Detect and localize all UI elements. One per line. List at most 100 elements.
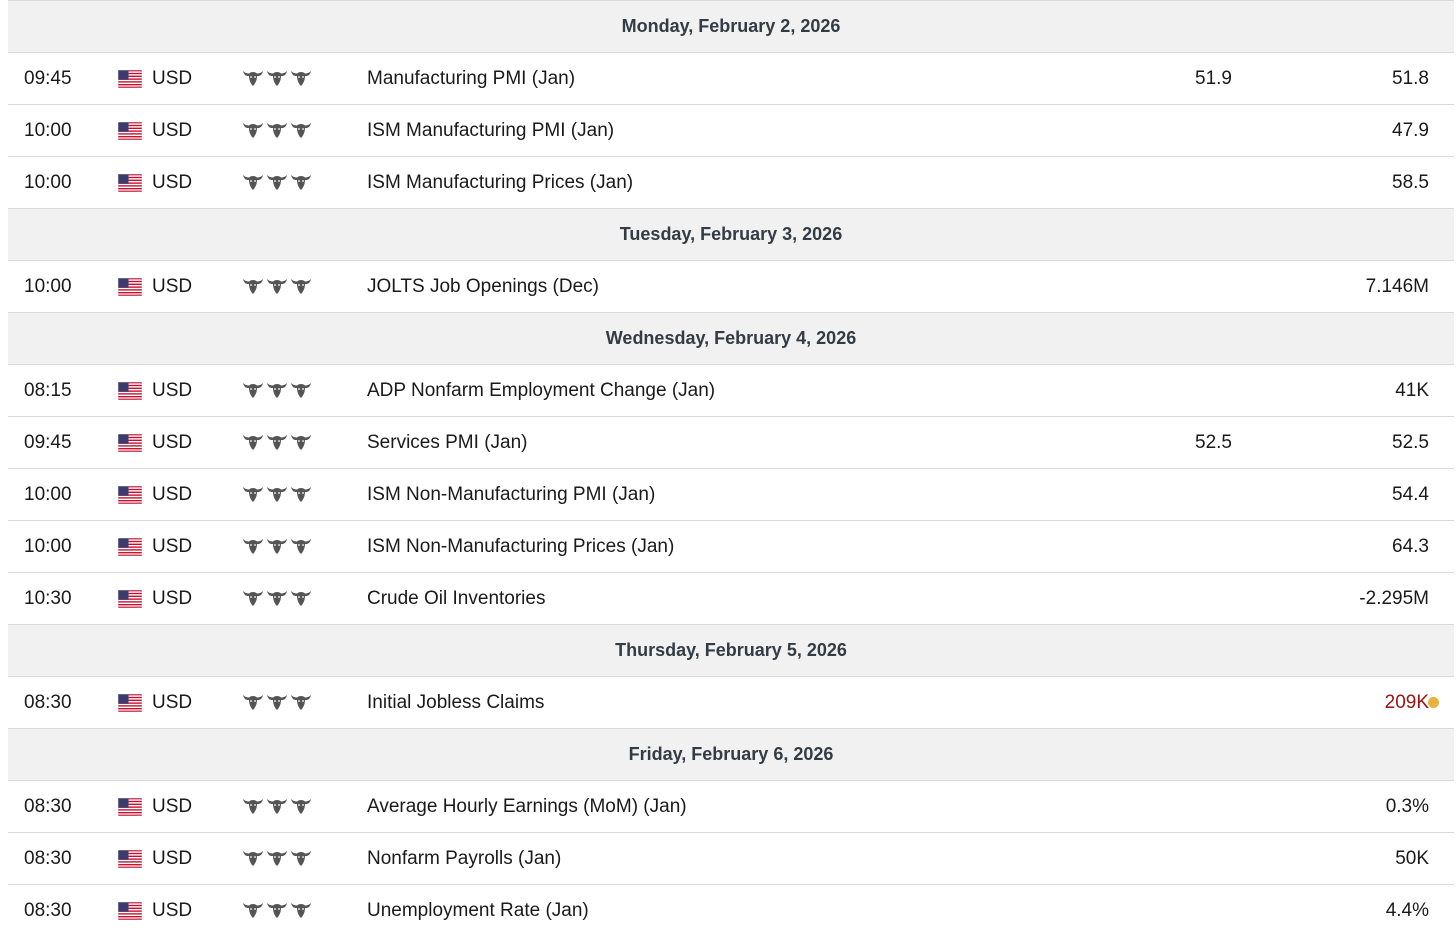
- event-name[interactable]: Crude Oil Inventories: [367, 573, 545, 624]
- event-row[interactable]: 10:00 USD ISM Manufacturing PMI (Jan) 47…: [8, 104, 1454, 156]
- event-actual: [1108, 573, 1232, 624]
- us-flag-icon: [118, 850, 142, 868]
- us-flag-icon: [118, 538, 142, 556]
- event-row[interactable]: 10:30 USD Crude Oil Inventories -2.295M: [8, 572, 1454, 624]
- event-row[interactable]: 08:30 USD Average Hourly Earnings (MoM) …: [8, 780, 1454, 832]
- event-name[interactable]: ISM Non-Manufacturing Prices (Jan): [367, 521, 674, 572]
- event-row[interactable]: 09:45 USD Manufacturing PMI (Jan) 51.9 5…: [8, 52, 1454, 104]
- bull-icon: [291, 435, 311, 450]
- bull-icon: [267, 695, 287, 710]
- event-forecast: 54.4: [1392, 484, 1429, 505]
- importance-indicator: [242, 119, 312, 141]
- bull-icon: [291, 71, 311, 86]
- event-name[interactable]: Nonfarm Payrolls (Jan): [367, 833, 561, 884]
- event-time: 10:00: [24, 276, 72, 297]
- importance-indicator: [242, 67, 312, 89]
- bull-icon: [243, 539, 263, 554]
- event-forecast: 52.5: [1392, 432, 1429, 453]
- day-header: Friday, February 6, 2026: [8, 728, 1454, 780]
- us-flag-icon: [118, 278, 142, 296]
- event-time: 08:30: [24, 692, 72, 713]
- day-header: Tuesday, February 3, 2026: [8, 208, 1454, 260]
- bull-icon: [267, 487, 287, 502]
- event-time: 09:45: [24, 432, 72, 453]
- event-row[interactable]: 09:45 USD Services PMI (Jan) 52.5 52.5: [8, 416, 1454, 468]
- event-name[interactable]: ISM Manufacturing PMI (Jan): [367, 105, 614, 156]
- bull-icon: [267, 851, 287, 866]
- event-forecast: 7.146M: [1365, 276, 1429, 297]
- bull-icon: [243, 799, 263, 814]
- bull-icon: [267, 903, 287, 918]
- event-forecast: 47.9: [1392, 120, 1429, 141]
- event-forecast: 58.5: [1392, 172, 1429, 193]
- bull-icon: [291, 851, 311, 866]
- bull-icon: [243, 123, 263, 138]
- us-flag-icon: [118, 122, 142, 140]
- event-actual: [1108, 885, 1232, 936]
- event-time: 10:30: [24, 588, 72, 609]
- event-currency: USD: [152, 68, 193, 89]
- event-currency: USD: [152, 380, 193, 401]
- event-name[interactable]: Unemployment Rate (Jan): [367, 885, 589, 936]
- event-currency: USD: [152, 172, 193, 193]
- event-name[interactable]: ISM Non-Manufacturing PMI (Jan): [367, 469, 655, 520]
- bull-icon: [267, 539, 287, 554]
- us-flag-icon: [118, 902, 142, 920]
- event-currency: USD: [152, 536, 193, 557]
- bull-icon: [243, 71, 263, 86]
- bull-icon: [267, 383, 287, 398]
- event-forecast: -2.295M: [1359, 588, 1429, 609]
- event-name[interactable]: ISM Manufacturing Prices (Jan): [367, 157, 633, 208]
- importance-indicator: [242, 795, 312, 817]
- event-row[interactable]: 10:00 USD ISM Manufacturing Prices (Jan)…: [8, 156, 1454, 208]
- importance-indicator: [242, 691, 312, 713]
- event-row[interactable]: 08:30 USD Unemployment Rate (Jan) 4.4%: [8, 884, 1454, 936]
- event-name[interactable]: Initial Jobless Claims: [367, 677, 544, 728]
- bull-icon: [243, 175, 263, 190]
- event-forecast: 209K: [1384, 692, 1429, 713]
- event-name[interactable]: Average Hourly Earnings (MoM) (Jan): [367, 781, 687, 832]
- us-flag-icon: [118, 174, 142, 192]
- us-flag-icon: [118, 434, 142, 452]
- event-name[interactable]: Services PMI (Jan): [367, 417, 527, 468]
- importance-indicator: [242, 431, 312, 453]
- event-actual: [1108, 261, 1232, 312]
- event-time: 10:00: [24, 484, 72, 505]
- event-time: 10:00: [24, 172, 72, 193]
- event-row[interactable]: 10:00 USD ISM Non-Manufacturing PMI (Jan…: [8, 468, 1454, 520]
- event-name[interactable]: JOLTS Job Openings (Dec): [367, 261, 599, 312]
- event-time: 08:30: [24, 848, 72, 869]
- bull-icon: [291, 539, 311, 554]
- event-time: 08:15: [24, 380, 72, 401]
- bull-icon: [291, 695, 311, 710]
- event-row[interactable]: 08:15 USD ADP Nonfarm Employment Change …: [8, 364, 1454, 416]
- bull-icon: [291, 487, 311, 502]
- event-actual: [1108, 833, 1232, 884]
- day-label: Friday, February 6, 2026: [628, 744, 834, 764]
- event-name[interactable]: Manufacturing PMI (Jan): [367, 53, 575, 104]
- importance-indicator: [242, 379, 312, 401]
- us-flag-icon: [118, 70, 142, 88]
- event-currency: USD: [152, 848, 193, 869]
- importance-indicator: [242, 275, 312, 297]
- event-row[interactable]: 10:00 USD ISM Non-Manufacturing Prices (…: [8, 520, 1454, 572]
- event-row[interactable]: 08:30 USD Nonfarm Payrolls (Jan) 50K: [8, 832, 1454, 884]
- bull-icon: [243, 487, 263, 502]
- event-forecast: 41K: [1395, 380, 1429, 401]
- importance-indicator: [242, 587, 312, 609]
- us-flag-icon: [118, 694, 142, 712]
- us-flag-icon: [118, 798, 142, 816]
- event-actual: [1108, 157, 1232, 208]
- bull-icon: [267, 71, 287, 86]
- event-currency: USD: [152, 120, 193, 141]
- us-flag-icon: [118, 382, 142, 400]
- event-currency: USD: [152, 796, 193, 817]
- bull-icon: [243, 383, 263, 398]
- event-row[interactable]: 10:00 USD JOLTS Job Openings (Dec) 7.146…: [8, 260, 1454, 312]
- importance-indicator: [242, 483, 312, 505]
- status-dot-icon: [1428, 697, 1439, 708]
- event-actual: [1108, 521, 1232, 572]
- event-name[interactable]: ADP Nonfarm Employment Change (Jan): [367, 365, 715, 416]
- event-forecast: 4.4%: [1385, 900, 1429, 921]
- event-row[interactable]: 08:30 USD Initial Jobless Claims 209K: [8, 676, 1454, 728]
